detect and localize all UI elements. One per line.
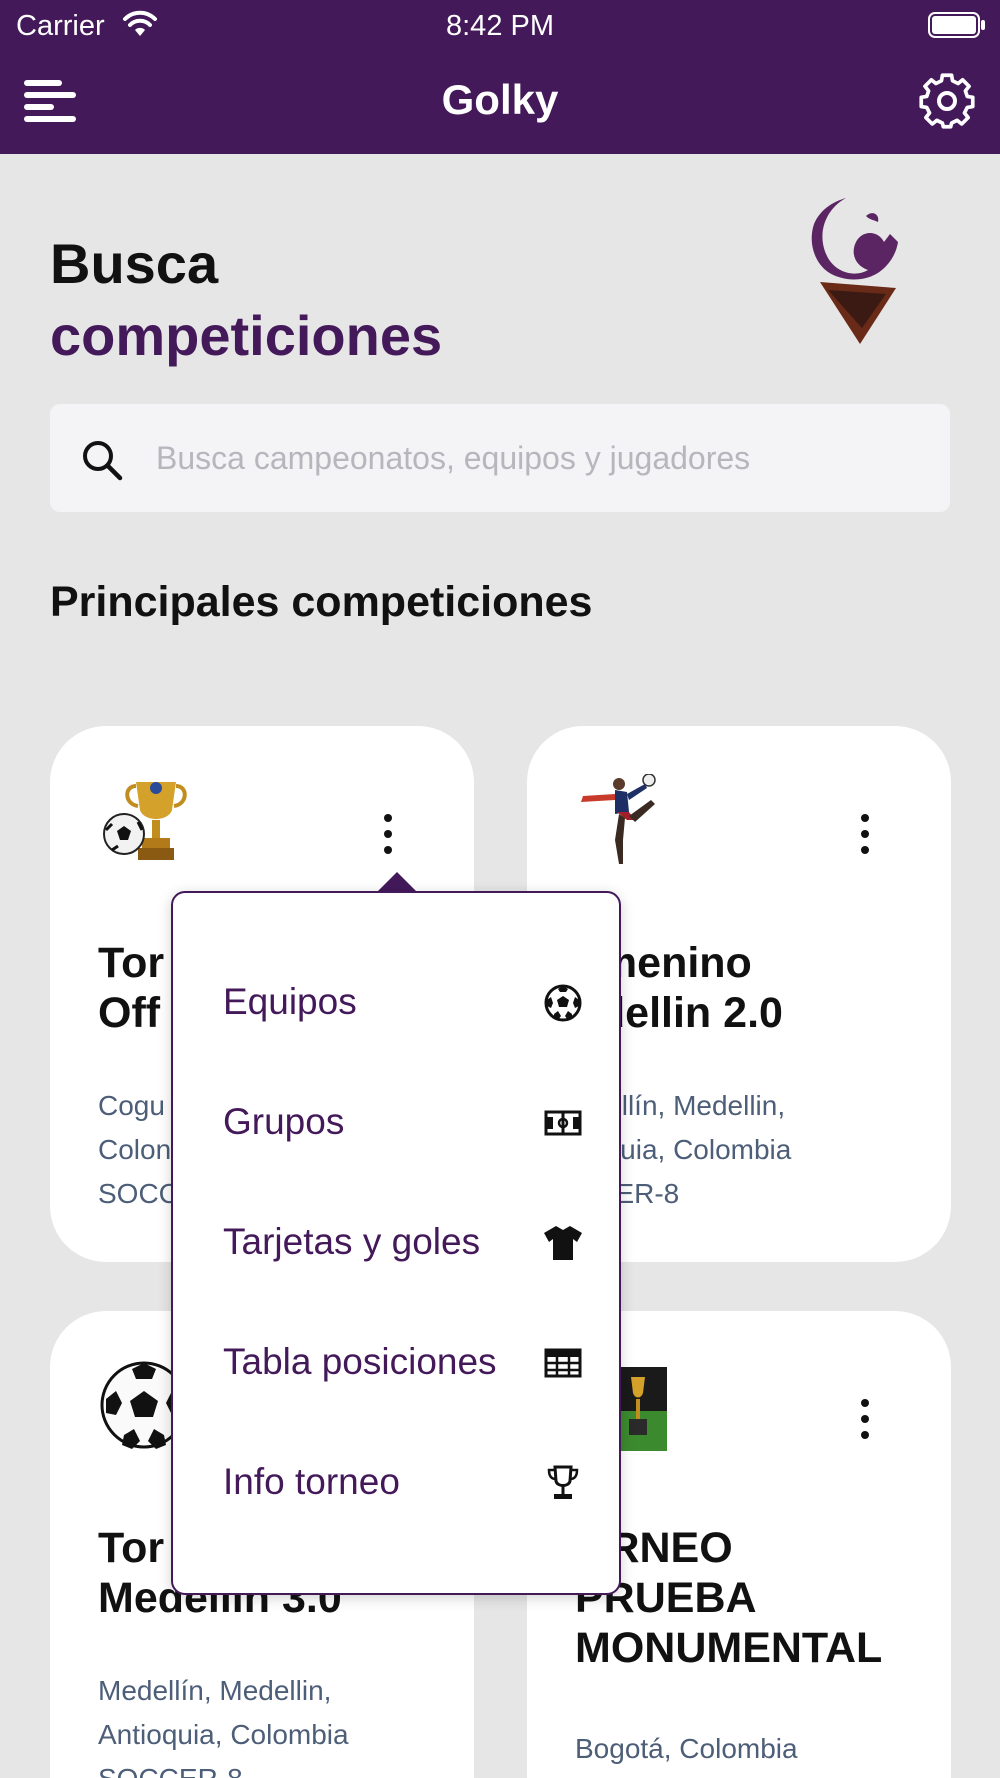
search-bar[interactable] bbox=[50, 404, 950, 512]
menu-item-tarjetas-y-goles[interactable]: Tarjetas y goles bbox=[223, 1203, 583, 1283]
field-icon bbox=[544, 1110, 582, 1136]
menu-item-label: Info torneo bbox=[223, 1461, 400, 1502]
navigation-bar: Golky bbox=[0, 50, 1000, 154]
menu-item-label: Equipos bbox=[223, 981, 357, 1022]
menu-item-info-torneo[interactable]: Info torneo bbox=[223, 1443, 583, 1523]
hero-line-1: Busca bbox=[50, 232, 219, 295]
menu-item-tabla-posiciones[interactable]: Tabla posiciones bbox=[223, 1323, 583, 1403]
table-icon bbox=[544, 1348, 582, 1378]
soccer-player-image bbox=[575, 774, 667, 866]
menu-item-equipos[interactable]: Equipos bbox=[223, 963, 583, 1043]
more-options-button[interactable] bbox=[370, 810, 406, 866]
clock: 8:42 PM bbox=[446, 10, 554, 42]
popover-arrow bbox=[377, 872, 417, 892]
trophy-icon bbox=[547, 1465, 579, 1499]
competition-options-menu: Equipos Grupos Tarjetas y goles Tabla po… bbox=[171, 891, 621, 1595]
card-title: ORNEO PRUEBA MONUMENTAL bbox=[575, 1524, 883, 1672]
battery-icon bbox=[928, 12, 985, 38]
menu-item-label: Grupos bbox=[223, 1101, 345, 1142]
menu-item-label: Tabla posiciones bbox=[223, 1341, 497, 1382]
status-bar: Carrier 8:42 PM bbox=[0, 0, 1000, 50]
gear-icon[interactable] bbox=[916, 70, 978, 132]
section-title: Principales competiciones bbox=[50, 578, 593, 626]
card-meta: Cogu Colon SOCC bbox=[98, 1090, 179, 1209]
more-options-button[interactable] bbox=[847, 810, 883, 866]
app-title: Golky bbox=[441, 76, 559, 123]
hero-line-2: competiciones bbox=[50, 304, 443, 367]
card-meta: Bogotá, Colombia SOCCER-8 bbox=[575, 1733, 798, 1778]
search-icon bbox=[83, 441, 123, 481]
hamburger-menu-icon[interactable] bbox=[20, 72, 80, 132]
menu-item-label: Tarjetas y goles bbox=[223, 1221, 481, 1262]
menu-item-grupos[interactable]: Grupos bbox=[223, 1083, 583, 1163]
card-title: Tor Off bbox=[98, 939, 165, 1037]
soccer-ball-icon bbox=[544, 984, 582, 1022]
search-input[interactable] bbox=[156, 404, 926, 512]
golky-logo bbox=[811, 198, 898, 344]
hero-heading: Busca competiciones bbox=[50, 228, 442, 372]
trophy-soccer-ball-image bbox=[98, 774, 190, 866]
jersey-icon bbox=[544, 1226, 582, 1260]
more-options-button[interactable] bbox=[847, 1395, 883, 1451]
card-meta: Medellín, Medellin, Antioquia, Colombia … bbox=[98, 1675, 349, 1778]
